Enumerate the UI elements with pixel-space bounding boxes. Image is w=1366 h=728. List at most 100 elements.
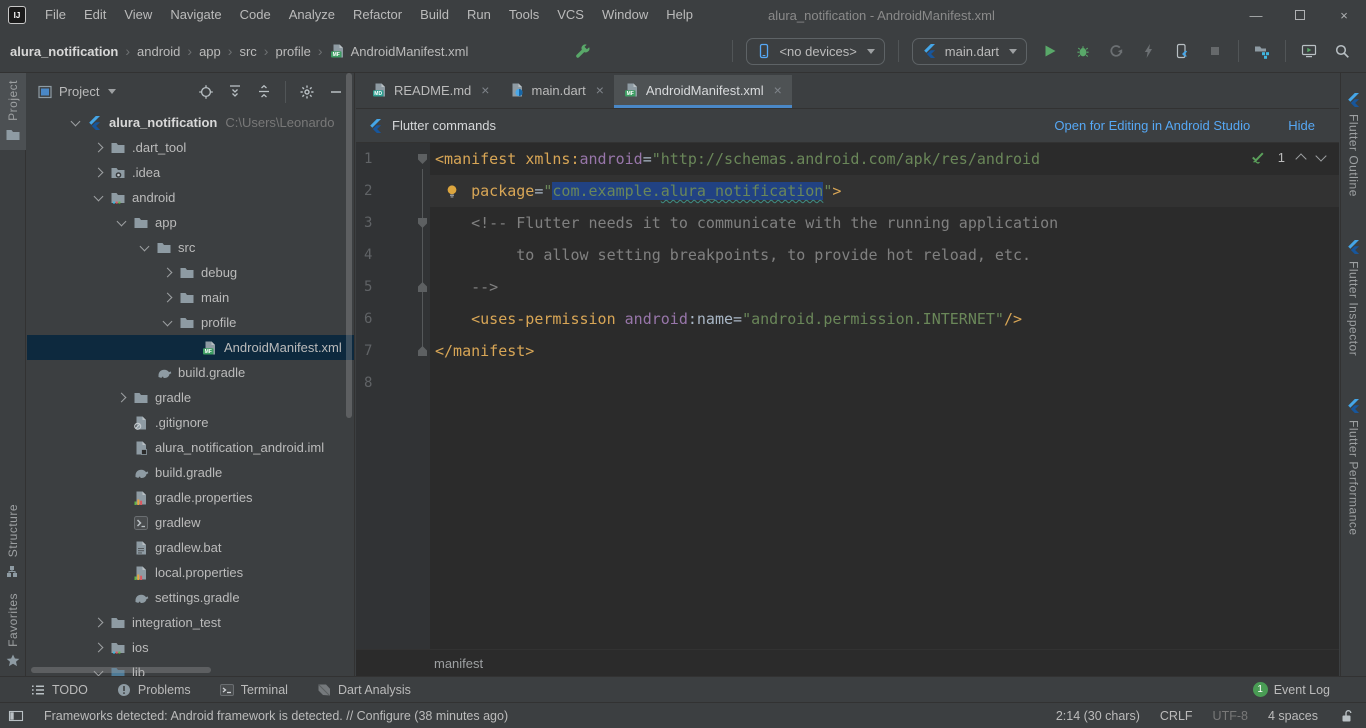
hot-reload-icon[interactable] xyxy=(1139,41,1159,61)
collapse-all-icon[interactable] xyxy=(256,84,272,100)
vertical-scrollbar[interactable] xyxy=(346,73,352,418)
stripe-tab-favorites[interactable]: Favorites xyxy=(5,586,21,676)
device-manager-icon[interactable] xyxy=(1299,41,1319,61)
tree-expanded-chevron-icon[interactable] xyxy=(63,121,87,125)
tree-item-integration-test[interactable]: integration_test xyxy=(27,610,354,635)
tree-item-ios[interactable]: ios xyxy=(27,635,354,660)
breadcrumb-item[interactable]: alura_notification xyxy=(10,44,118,59)
tree-expanded-chevron-icon[interactable] xyxy=(109,221,133,225)
tree-expanded-chevron-icon[interactable] xyxy=(155,321,179,325)
tree-item-android[interactable]: android xyxy=(27,185,354,210)
tree-item--idea[interactable]: .idea xyxy=(27,160,354,185)
tree-expanded-chevron-icon[interactable] xyxy=(86,196,110,200)
tree-collapsed-chevron-icon[interactable] xyxy=(86,644,110,651)
breadcrumb-item[interactable]: profile xyxy=(275,44,310,59)
inspections-widget[interactable]: 1 xyxy=(1250,149,1325,165)
tool-window-button-todo[interactable]: TODO xyxy=(30,682,88,698)
tree-item-src[interactable]: src xyxy=(27,235,354,260)
stripe-tab-flutter-inspector[interactable]: Flutter Inspector xyxy=(1346,232,1362,363)
settings-icon[interactable] xyxy=(299,84,315,100)
tree-item-gradle-properties[interactable]: gradle.properties xyxy=(27,485,354,510)
menu-tools[interactable]: Tools xyxy=(500,0,548,30)
status-widget[interactable]: CRLF xyxy=(1160,709,1193,723)
project-view-selector[interactable]: Project xyxy=(59,84,99,99)
editor-tab-androidmanifest-xml[interactable]: MFAndroidManifest.xml× xyxy=(614,75,792,108)
menu-analyze[interactable]: Analyze xyxy=(280,0,344,30)
close-icon[interactable]: × xyxy=(1322,0,1366,30)
tree-item--gitignore[interactable]: .gitignore xyxy=(27,410,354,435)
flutter-attach-icon[interactable] xyxy=(1172,41,1192,61)
menu-file[interactable]: File xyxy=(36,0,75,30)
search-everywhere-icon[interactable] xyxy=(1332,41,1352,61)
tree-collapsed-chevron-icon[interactable] xyxy=(155,269,179,276)
next-problem-icon[interactable] xyxy=(1315,150,1326,161)
hide-banner-link[interactable]: Hide xyxy=(1288,118,1315,133)
tree-expanded-chevron-icon[interactable] xyxy=(132,246,156,250)
breadcrumb-file[interactable]: MFAndroidManifest.xml xyxy=(330,43,469,59)
fold-marker-icon[interactable] xyxy=(418,282,427,292)
expand-all-icon[interactable] xyxy=(227,84,243,100)
tool-window-button-terminal[interactable]: Terminal xyxy=(219,682,288,698)
status-widget[interactable]: 2:14 (30 chars) xyxy=(1056,709,1140,723)
stripe-tab-flutter-performance[interactable]: Flutter Performance xyxy=(1346,391,1362,543)
editor-tab-main-dart[interactable]: main.dart× xyxy=(499,75,613,108)
tree-collapsed-chevron-icon[interactable] xyxy=(86,169,110,176)
tree-item-gradle[interactable]: gradle xyxy=(27,385,354,410)
fold-marker-icon[interactable] xyxy=(418,154,427,164)
tool-window-button-problems[interactable]: Problems xyxy=(116,682,191,698)
run-config-selector[interactable]: main.dart xyxy=(912,38,1027,65)
tree-collapsed-chevron-icon[interactable] xyxy=(155,294,179,301)
xml-breadcrumb-manifest[interactable]: manifest xyxy=(434,656,483,671)
stop-icon[interactable] xyxy=(1205,41,1225,61)
fold-marker-icon[interactable] xyxy=(418,218,427,228)
menu-code[interactable]: Code xyxy=(231,0,280,30)
tree-item-debug[interactable]: debug xyxy=(27,260,354,285)
tree-item--dart-tool[interactable]: .dart_tool xyxy=(27,135,354,160)
tree-item-main[interactable]: main xyxy=(27,285,354,310)
tool-window-toggle-icon[interactable] xyxy=(8,708,24,724)
tree-item-local-properties[interactable]: local.properties xyxy=(27,560,354,585)
fold-marker-icon[interactable] xyxy=(418,346,427,356)
menu-help[interactable]: Help xyxy=(657,0,702,30)
tree-item-app[interactable]: app xyxy=(27,210,354,235)
tree-item-build-gradle[interactable]: build.gradle xyxy=(27,460,354,485)
minimize-icon[interactable]: — xyxy=(1234,0,1278,30)
status-widget[interactable]: 4 spaces xyxy=(1268,709,1318,723)
close-tab-icon[interactable]: × xyxy=(774,82,782,98)
tree-item-gradlew-bat[interactable]: gradlew.bat xyxy=(27,535,354,560)
profile-icon[interactable] xyxy=(1106,41,1126,61)
prev-problem-icon[interactable] xyxy=(1295,153,1306,164)
chevron-down-icon[interactable] xyxy=(108,89,116,94)
close-tab-icon[interactable]: × xyxy=(481,82,489,98)
stripe-tab-structure[interactable]: Structure xyxy=(5,497,21,586)
menu-window[interactable]: Window xyxy=(593,0,657,30)
editor-tab-readme-md[interactable]: MDREADME.md× xyxy=(362,75,499,108)
event-log-button[interactable]: 1 Event Log xyxy=(1253,682,1330,697)
horizontal-scrollbar[interactable] xyxy=(31,667,211,673)
project-structure-icon[interactable] xyxy=(1252,41,1272,61)
hide-icon[interactable] xyxy=(328,84,344,100)
tree-collapsed-chevron-icon[interactable] xyxy=(86,619,110,626)
menu-vcs[interactable]: VCS xyxy=(548,0,593,30)
stripe-tab-project[interactable]: Project xyxy=(0,73,26,150)
tree-collapsed-chevron-icon[interactable] xyxy=(86,144,110,151)
tree-collapsed-chevron-icon[interactable] xyxy=(109,394,133,401)
menu-run[interactable]: Run xyxy=(458,0,500,30)
breadcrumb-item[interactable]: src xyxy=(239,44,256,59)
code-editor[interactable]: 1<manifest xmlns:android="http://schemas… xyxy=(356,143,1339,649)
tree-item-alura-notification-android-iml[interactable]: alura_notification_android.iml xyxy=(27,435,354,460)
menu-navigate[interactable]: Navigate xyxy=(161,0,230,30)
stripe-tab-flutter-outline[interactable]: Flutter Outline xyxy=(1346,85,1362,204)
tree-item-settings-gradle[interactable]: settings.gradle xyxy=(27,585,354,610)
maximize-icon[interactable] xyxy=(1278,0,1322,30)
lock-icon[interactable] xyxy=(1338,708,1354,724)
device-selector[interactable]: <no devices> xyxy=(746,38,884,65)
open-in-android-studio-link[interactable]: Open for Editing in Android Studio xyxy=(1054,118,1250,133)
tree-item-gradlew[interactable]: gradlew xyxy=(27,510,354,535)
tool-window-button-dart-analysis[interactable]: Dart Analysis xyxy=(316,682,411,698)
flutter-wrench-icon[interactable] xyxy=(573,41,593,61)
menu-edit[interactable]: Edit xyxy=(75,0,115,30)
menu-build[interactable]: Build xyxy=(411,0,458,30)
debug-icon[interactable] xyxy=(1073,41,1093,61)
menu-view[interactable]: View xyxy=(115,0,161,30)
